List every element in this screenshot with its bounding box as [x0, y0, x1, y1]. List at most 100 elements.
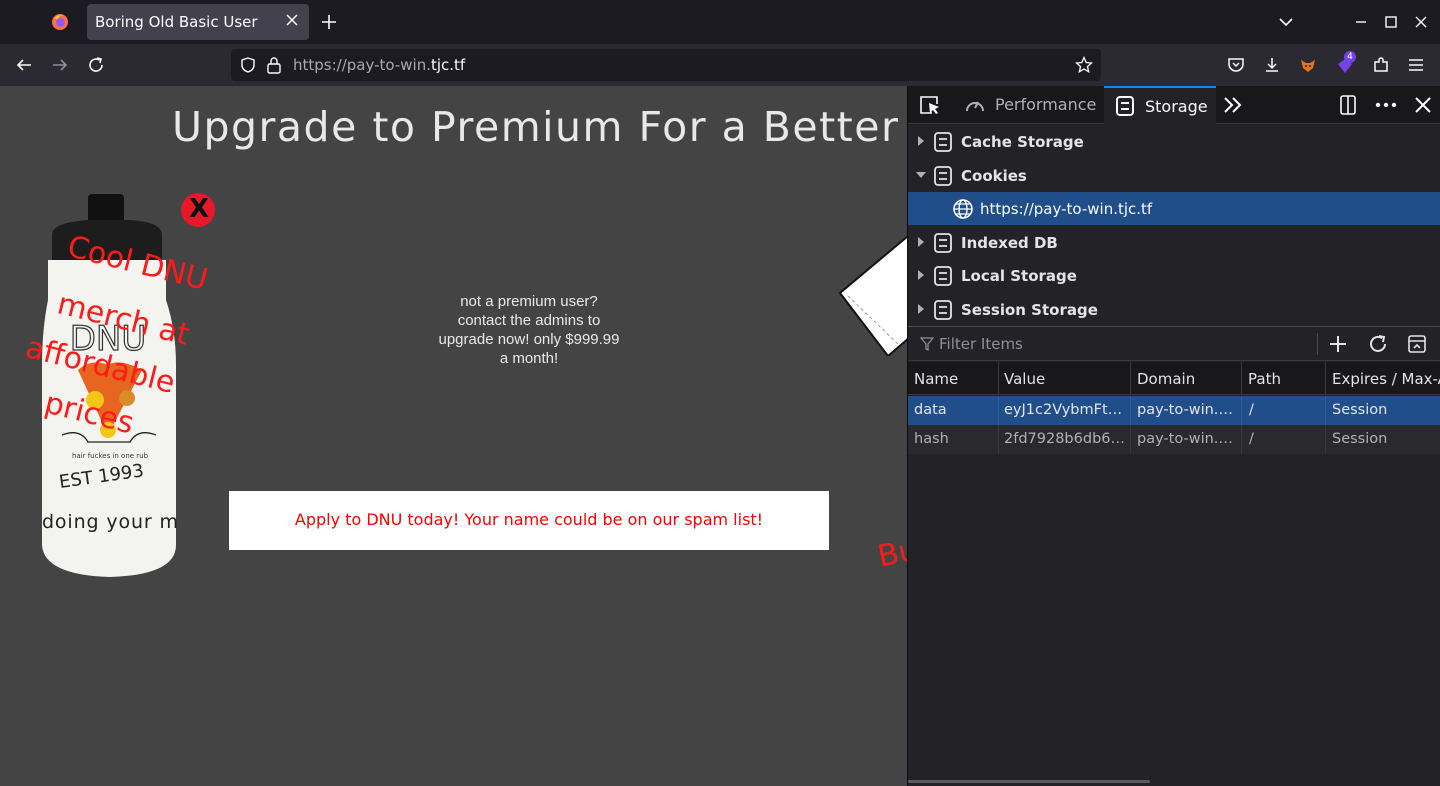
tilted-card-image	[838, 236, 907, 356]
cell-name: data	[914, 402, 947, 418]
tree-item-indexed-db[interactable]: Indexed DB	[908, 226, 1440, 259]
filter-bar: Filter Items	[908, 326, 1440, 361]
cell-path: /	[1249, 402, 1254, 418]
tree-item-cookies[interactable]: Cookies	[908, 159, 1440, 192]
tab-list-chevron-icon[interactable]	[1277, 13, 1295, 31]
sidebar-toggle-icon[interactable]	[1407, 334, 1427, 354]
cell-domain: pay-to-win.t…	[1137, 402, 1237, 418]
storage-icon	[1116, 96, 1134, 116]
shield-icon[interactable]	[239, 56, 257, 74]
cell-expires: Session	[1332, 431, 1388, 447]
forward-arrow-icon[interactable]	[50, 55, 70, 75]
add-item-icon[interactable]	[1328, 334, 1348, 354]
cell-value: 2fd7928b6db6…	[1004, 431, 1125, 447]
tree-item-label: Session Storage	[961, 301, 1098, 319]
cell-name: hash	[914, 431, 949, 447]
storage-tree: Cache Storage Cookies https://pay-to-win…	[908, 125, 1440, 325]
column-name[interactable]: Name	[914, 370, 958, 388]
expand-arrow-icon[interactable]	[916, 303, 926, 315]
horizontal-scrollbar[interactable]	[908, 780, 1150, 783]
minimize-icon[interactable]	[1352, 13, 1370, 31]
column-path[interactable]: Path	[1248, 370, 1281, 388]
page-content: Upgrade to Premium For a Better E DNU ha…	[0, 86, 907, 786]
premium-message: not a premium user? contact the admins t…	[438, 293, 620, 367]
database-icon	[934, 132, 952, 152]
table-row[interactable]: data eyJ1c2VybmFtZ… pay-to-win.t… / Sess…	[908, 396, 1440, 425]
nav-bar: https://pay-to-win.tjc.tf 4	[0, 44, 1440, 86]
database-icon	[934, 233, 952, 253]
tab-storage-label: Storage	[1145, 97, 1208, 116]
tab-performance[interactable]: Performance	[954, 86, 1102, 124]
performance-gauge-icon	[966, 101, 984, 112]
filter-input[interactable]: Filter Items	[939, 335, 1023, 353]
partial-red-text: Bu	[874, 532, 907, 575]
cell-expires: Session	[1332, 402, 1388, 418]
download-icon[interactable]	[1262, 55, 1282, 75]
devtools-toolbar: Performance Storage	[908, 86, 1440, 124]
collapse-arrow-icon[interactable]	[916, 169, 926, 181]
tree-item-local-storage[interactable]: Local Storage	[908, 259, 1440, 292]
hamburger-menu-icon[interactable]	[1406, 55, 1426, 75]
tree-item-label: https://pay-to-win.tjc.tf	[980, 200, 1153, 218]
url-bar[interactable]: https://pay-to-win.tjc.tf	[231, 49, 1101, 81]
expand-arrow-icon[interactable]	[916, 236, 926, 248]
cookie-table-header: Name Value Domain Path Expires / Max-A	[908, 362, 1440, 395]
responsive-design-icon[interactable]	[1337, 94, 1359, 116]
extension-count-badge: 4	[1344, 51, 1356, 63]
tree-item-label: Local Storage	[961, 267, 1077, 285]
tab-title: Boring Old Basic User	[95, 13, 258, 31]
page-headline: Upgrade to Premium For a Better E	[172, 103, 907, 151]
globe-icon	[953, 199, 973, 219]
tree-item-label: Cookies	[961, 167, 1027, 185]
table-row[interactable]: hash 2fd7928b6db6… pay-to-win.t… / Sessi…	[908, 425, 1440, 454]
new-tab-icon[interactable]	[320, 13, 338, 31]
bottle-slogan: hair fuckes in one rub	[72, 452, 149, 460]
expand-arrow-icon[interactable]	[916, 135, 926, 147]
column-value[interactable]: Value	[1004, 370, 1045, 388]
toolbar-divider	[1317, 333, 1318, 355]
close-popup-button[interactable]: X	[181, 193, 215, 227]
close-x-label: X	[189, 194, 210, 224]
tree-item-label: Indexed DB	[961, 234, 1058, 252]
tree-item-cookie-origin[interactable]: https://pay-to-win.tjc.tf	[908, 192, 1440, 225]
tree-item-session-storage[interactable]: Session Storage	[908, 293, 1440, 326]
active-tab[interactable]: Boring Old Basic User	[87, 4, 309, 40]
svg-text:doing your m: doing your m	[42, 511, 178, 533]
tab-performance-label: Performance	[995, 95, 1097, 114]
pocket-icon[interactable]	[1226, 55, 1246, 75]
more-options-icon[interactable]	[1374, 94, 1398, 116]
column-domain[interactable]: Domain	[1137, 370, 1195, 388]
tab-bar: Boring Old Basic User	[0, 0, 1440, 44]
close-window-icon[interactable]	[1412, 13, 1430, 31]
expand-arrow-icon[interactable]	[916, 269, 926, 281]
filter-funnel-icon	[920, 337, 934, 351]
tree-item-cache-storage[interactable]: Cache Storage	[908, 125, 1440, 158]
database-icon	[934, 266, 952, 286]
more-tabs-chevron-icon[interactable]	[1222, 96, 1244, 114]
maximize-icon[interactable]	[1382, 13, 1400, 31]
firefox-icon[interactable]	[51, 13, 69, 31]
bookmark-star-icon[interactable]	[1075, 56, 1093, 74]
element-picker-icon[interactable]	[918, 94, 942, 116]
extension-badge-button[interactable]: 4	[1334, 51, 1358, 77]
reload-icon[interactable]	[86, 55, 106, 75]
back-arrow-icon[interactable]	[14, 55, 34, 75]
cell-value: eyJ1c2VybmFtZ…	[1004, 402, 1126, 418]
database-icon	[934, 300, 952, 320]
database-icon	[934, 166, 952, 186]
table-empty-area	[908, 454, 1440, 774]
extensions-puzzle-icon[interactable]	[1371, 55, 1391, 75]
url-text[interactable]: https://pay-to-win.tjc.tf	[293, 56, 465, 74]
spam-banner-text: Apply to DNU today! Your name could be o…	[294, 510, 764, 529]
extension-fox-icon[interactable]	[1298, 55, 1318, 75]
close-tab-icon[interactable]	[285, 13, 299, 27]
tab-storage[interactable]: Storage	[1104, 86, 1216, 124]
cell-path: /	[1249, 431, 1254, 447]
devtools-panel: Performance Storage Cache Storage Cookie…	[907, 86, 1440, 786]
column-expires[interactable]: Expires / Max-A	[1332, 370, 1440, 388]
lock-icon[interactable]	[266, 56, 282, 74]
close-devtools-icon[interactable]	[1413, 95, 1433, 115]
spam-banner[interactable]: Apply to DNU today! Your name could be o…	[229, 491, 829, 550]
cell-domain: pay-to-win.t…	[1137, 431, 1237, 447]
refresh-items-icon[interactable]	[1367, 334, 1389, 354]
